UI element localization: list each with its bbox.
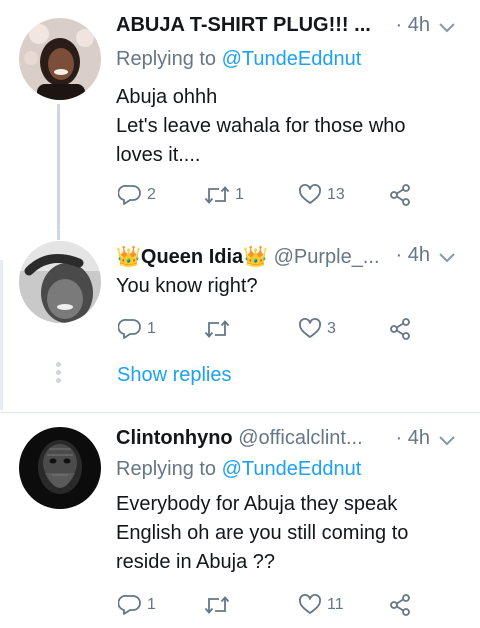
heart-icon	[299, 318, 321, 338]
reply-button[interactable]: 1	[118, 590, 156, 620]
display-name[interactable]: Clintonhyno	[116, 427, 233, 449]
like-count: 13	[327, 186, 345, 203]
like-button[interactable]: 13	[298, 180, 345, 210]
avatar[interactable]	[19, 18, 101, 100]
share-icon	[390, 594, 410, 616]
retweet-icon	[204, 186, 230, 204]
share-button[interactable]	[388, 314, 412, 344]
mention-link[interactable]: @TundeEddnut	[222, 48, 362, 70]
tweet-header: ABUJA T-SHIRT PLUG!!! ... · 4h	[116, 14, 468, 44]
user-handle[interactable]: @Purple_...	[274, 246, 380, 268]
reply-icon	[118, 318, 141, 339]
heart-icon	[299, 594, 321, 614]
tweet-text: You know right?	[116, 275, 258, 297]
action-bar: 2 1 13	[116, 180, 480, 210]
mention-link[interactable]: @TundeEddnut	[222, 458, 362, 480]
retweet-button[interactable]	[204, 590, 235, 620]
tweet-header: Clintonhyno @officalclint... · 4h	[116, 427, 468, 457]
timestamp[interactable]: · 4h	[396, 244, 430, 267]
retweet-icon	[204, 596, 230, 614]
share-button[interactable]	[388, 590, 412, 620]
tweet-2[interactable]: 👑Queen Idia👑 @Purple_... · 4h You know r…	[0, 230, 480, 412]
reply-button[interactable]: 2	[118, 180, 156, 210]
retweet-count: 1	[235, 186, 244, 203]
reply-icon	[118, 184, 141, 205]
action-bar: 1 11	[116, 590, 480, 620]
tweet-1[interactable]: ABUJA T-SHIRT PLUG!!! ... · 4h Replying …	[0, 0, 480, 230]
reply-button[interactable]: 1	[118, 314, 156, 344]
reply-count: 2	[147, 186, 156, 203]
share-button[interactable]	[388, 180, 412, 210]
edge-mark	[0, 260, 3, 410]
reply-count: 1	[147, 320, 156, 337]
heart-icon	[299, 184, 321, 204]
replying-to: Replying to @TundeEddnut	[116, 458, 362, 480]
like-count: 11	[327, 596, 344, 613]
show-replies-link[interactable]: Show replies	[117, 364, 232, 387]
like-button[interactable]: 11	[298, 590, 344, 620]
like-button[interactable]: 3	[298, 314, 336, 344]
chevron-down-icon[interactable]	[438, 22, 456, 34]
display-name[interactable]: ABUJA T-SHIRT PLUG!!! ...	[116, 14, 371, 36]
retweet-button[interactable]	[204, 314, 235, 344]
thread-line	[57, 104, 60, 230]
retweet-button[interactable]: 1	[204, 180, 244, 210]
tweet-text: Everybody for Abuja they speak English o…	[116, 493, 409, 573]
avatar[interactable]	[19, 427, 101, 509]
timestamp[interactable]: · 4h	[396, 427, 430, 450]
reply-count: 1	[147, 596, 156, 613]
display-name[interactable]: 👑Queen Idia👑	[116, 246, 268, 268]
avatar[interactable]	[19, 241, 101, 323]
tweet-text: Abuja ohhh Let's leave wahala for those …	[116, 86, 406, 166]
reply-icon	[118, 594, 141, 615]
like-count: 3	[327, 320, 336, 337]
tweet-header: 👑Queen Idia👑 @Purple_... · 4h	[116, 244, 468, 274]
user-handle[interactable]: @officalclint...	[238, 427, 362, 449]
tweet-3[interactable]: Clintonhyno @officalclint... · 4h Replyi…	[0, 413, 480, 628]
chevron-down-icon[interactable]	[438, 435, 456, 447]
retweet-icon	[204, 320, 230, 338]
thread-dots	[56, 362, 61, 386]
thread-line	[57, 230, 60, 240]
share-icon	[390, 318, 410, 340]
timestamp[interactable]: · 4h	[396, 14, 430, 37]
chevron-down-icon[interactable]	[438, 252, 456, 264]
action-bar: 1 3	[116, 314, 480, 344]
share-icon	[390, 184, 410, 206]
replying-to: Replying to @TundeEddnut	[116, 48, 362, 70]
